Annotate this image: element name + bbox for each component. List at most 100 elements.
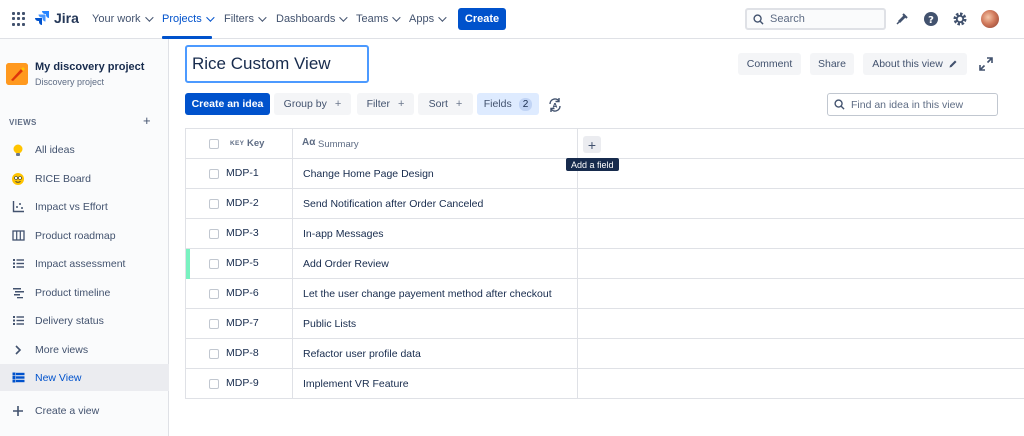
view-title-input[interactable]	[192, 54, 362, 74]
sort-button[interactable]: Sort +	[418, 93, 473, 115]
search-box[interactable]	[745, 8, 886, 30]
group-by-button[interactable]: Group by +	[274, 93, 351, 115]
sidebar-item-label: All ideas	[35, 143, 75, 156]
project-name[interactable]: My discovery project	[35, 61, 144, 73]
nav-filters[interactable]: Filters	[224, 0, 267, 38]
row-summary[interactable]: Implement VR Feature	[303, 378, 409, 390]
table-row[interactable]: MDP-2 Send Notification after Order Canc…	[186, 189, 1024, 219]
row-checkbox[interactable]	[209, 169, 219, 179]
list-icon	[11, 371, 25, 385]
sort-label: Sort	[428, 98, 448, 110]
sidebar-item-product-roadmap[interactable]: Product roadmap	[0, 222, 169, 249]
svg-text:?: ?	[928, 15, 934, 26]
row-checkbox[interactable]	[209, 349, 219, 359]
sidebar-item-label: New View	[35, 371, 82, 384]
row-summary[interactable]: Change Home Page Design	[303, 168, 434, 180]
sidebar-item-label: Delivery status	[35, 314, 104, 327]
table-row[interactable]: MDP-5 Add Order Review	[186, 249, 1024, 279]
app-switcher-icon[interactable]	[12, 12, 26, 26]
plus-icon	[11, 404, 25, 418]
table-header: KEY Key Aα Summary +	[186, 129, 1024, 159]
jira-logo[interactable]: Jira	[34, 10, 79, 26]
view-title-field[interactable]	[185, 45, 369, 83]
sidebar-item-new-view[interactable]: New View	[0, 364, 169, 391]
pencil-icon	[949, 60, 957, 68]
project-avatar-icon[interactable]	[6, 63, 28, 85]
sidebar-item-rice-board[interactable]: RICE Board	[0, 165, 169, 192]
sidebar-item-label: Product roadmap	[35, 229, 116, 242]
row-key[interactable]: MDP-6	[226, 287, 259, 299]
row-key[interactable]: MDP-8	[226, 347, 259, 359]
row-checkbox[interactable]	[209, 229, 219, 239]
auto-sort-icon[interactable]: A	[545, 95, 565, 115]
row-checkbox[interactable]	[209, 319, 219, 329]
select-all-checkbox[interactable]	[209, 139, 219, 149]
row-key[interactable]: MDP-5	[226, 257, 259, 269]
filter-label: Filter	[366, 98, 390, 110]
create-idea-button[interactable]: Create an idea	[185, 93, 270, 115]
row-key[interactable]: MDP-2	[226, 197, 259, 209]
share-button[interactable]: Share	[810, 53, 854, 75]
row-key[interactable]: MDP-7	[226, 317, 259, 329]
table-row[interactable]: MDP-8 Refactor user profile data	[186, 339, 1024, 369]
row-summary[interactable]: Let the user change payement method afte…	[303, 288, 552, 300]
nav-projects[interactable]: Projects	[162, 0, 215, 39]
row-key[interactable]: MDP-1	[226, 167, 259, 179]
plus-icon: +	[397, 98, 405, 110]
nav-filters-label: Filters	[224, 13, 254, 25]
fields-count-badge: 2	[518, 97, 533, 111]
comment-button[interactable]: Comment	[738, 53, 801, 75]
jira-logo-icon	[35, 11, 49, 25]
sidebar-item-more-views[interactable]: More views	[0, 336, 169, 363]
row-summary[interactable]: Refactor user profile data	[303, 348, 421, 360]
settings-gear-icon[interactable]	[952, 11, 968, 27]
nav-your-work[interactable]: Your work	[92, 0, 154, 38]
sidebar-item-impact-assessment[interactable]: Impact assessment	[0, 250, 169, 277]
row-summary[interactable]: In-app Messages	[303, 228, 384, 240]
sidebar-item-delivery-status[interactable]: Delivery status	[0, 307, 169, 334]
search-input[interactable]	[770, 13, 870, 25]
list-icon	[11, 257, 25, 271]
chevron-down-icon	[258, 13, 267, 22]
sidebar-item-impact-vs-effort[interactable]: Impact vs Effort	[0, 193, 169, 220]
filter-button[interactable]: Filter +	[357, 93, 414, 115]
table-row[interactable]: MDP-3 In-app Messages	[186, 219, 1024, 249]
help-icon[interactable]: ?	[923, 11, 939, 27]
nav-apps[interactable]: Apps	[409, 0, 447, 38]
create-button[interactable]: Create	[458, 8, 506, 30]
sidebar-item-product-timeline[interactable]: Product timeline	[0, 279, 169, 306]
user-avatar[interactable]	[981, 10, 999, 28]
nav-teams[interactable]: Teams	[356, 0, 402, 38]
row-summary[interactable]: Add Order Review	[303, 258, 389, 270]
about-view-button[interactable]: About this view	[863, 53, 967, 75]
sidebar-item-label: Impact vs Effort	[35, 200, 108, 213]
table-row[interactable]: MDP-6 Let the user change payement metho…	[186, 279, 1024, 309]
sidebar-item-all-ideas[interactable]: All ideas	[0, 136, 169, 163]
emoji-icon	[11, 172, 25, 186]
fields-button[interactable]: Fields 2	[477, 93, 539, 115]
add-field-button[interactable]: +	[583, 136, 601, 153]
row-checkbox[interactable]	[209, 289, 219, 299]
add-view-button[interactable]: +	[143, 113, 151, 128]
column-header-key[interactable]: Key	[247, 138, 264, 149]
column-header-summary[interactable]: Summary	[318, 139, 359, 150]
row-summary[interactable]: Send Notification after Order Canceled	[303, 198, 483, 210]
row-summary[interactable]: Public Lists	[303, 318, 356, 330]
expand-icon[interactable]	[978, 56, 994, 72]
row-checkbox[interactable]	[209, 199, 219, 209]
nav-dashboards[interactable]: Dashboards	[276, 0, 348, 38]
find-idea-box[interactable]	[827, 93, 998, 116]
row-checkbox[interactable]	[209, 259, 219, 269]
row-key[interactable]: MDP-3	[226, 227, 259, 239]
table-row[interactable]: MDP-9 Implement VR Feature	[186, 369, 1024, 399]
create-view-button[interactable]: Create a view	[0, 397, 169, 424]
table-row[interactable]: MDP-7 Public Lists	[186, 309, 1024, 339]
sidebar-item-label: RICE Board	[35, 172, 92, 185]
find-idea-input[interactable]	[851, 98, 991, 111]
row-key[interactable]: MDP-9	[226, 377, 259, 389]
row-checkbox[interactable]	[209, 379, 219, 389]
matrix-icon	[11, 200, 25, 214]
lightbulb-icon	[11, 143, 25, 157]
notifications-icon[interactable]	[894, 11, 910, 27]
group-by-label: Group by	[283, 98, 327, 110]
